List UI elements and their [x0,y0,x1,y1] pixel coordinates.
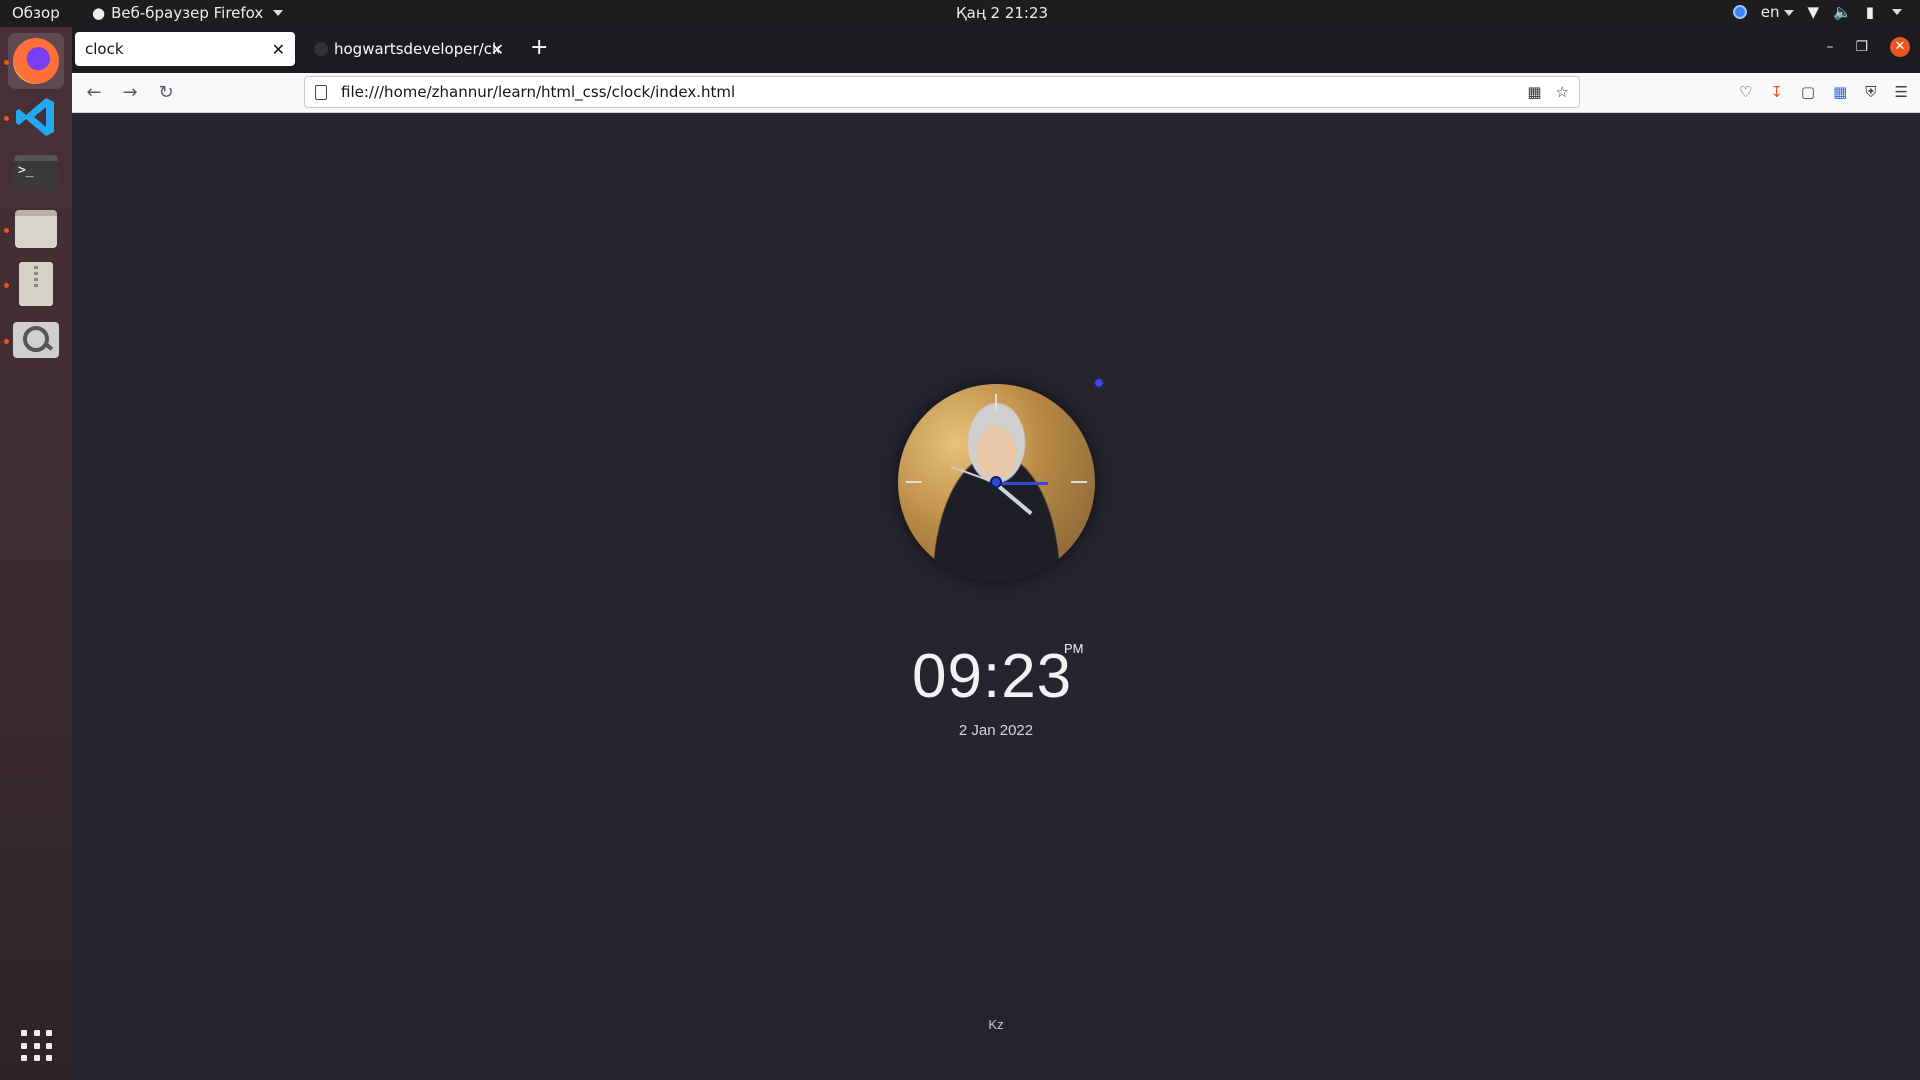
language-label: en [1760,3,1780,21]
clock-tick-9 [906,481,922,483]
dock: >_ [0,27,72,1080]
tab-clock[interactable]: clock ✕ [75,32,295,66]
status-indicator-icon[interactable] [1732,5,1747,19]
dock-image-viewer[interactable] [8,312,64,368]
sparkle-icon: ✸ [1093,376,1105,392]
footer-label: Kz [988,1017,1004,1032]
firefox-small-icon: ● [92,4,106,22]
running-indicator [4,228,9,233]
pocket-icon[interactable]: ♡ [1739,83,1752,101]
vscode-icon [16,98,54,136]
dock-terminal[interactable]: >_ [8,145,64,201]
files-icon [15,210,57,248]
clock-center [990,476,1002,488]
running-indicator [4,283,9,288]
close-tab-icon[interactable]: ✕ [491,40,504,59]
chevron-down-icon [1783,9,1794,16]
url-bar-actions: ▦ ☆ [1527,83,1569,101]
restore-icon[interactable]: ❐ [1855,39,1868,55]
system-clock[interactable]: Қаң 2 21:23 [956,4,1048,22]
menu-icon[interactable]: ☰ [1895,83,1908,101]
hour-hand [996,482,1048,485]
clock-tick-3 [1071,481,1087,483]
close-tab-icon[interactable]: ✕ [272,40,285,59]
dock-files[interactable] [8,201,64,257]
tab-github[interactable]: hogwartsdeveloper/clock ✕ [304,32,514,66]
running-indicator [4,339,9,344]
page-content: ✸ 09:23 PM 2 Jan 2022 Kz [72,113,1920,1080]
extension-icon[interactable]: ▢ [1801,83,1815,101]
dock-vscode[interactable] [8,89,64,145]
show-applications-icon[interactable] [21,1030,53,1062]
analog-clock [898,384,1095,581]
battery-icon[interactable]: ▮ [1866,3,1874,21]
running-indicator [4,116,9,121]
tab-title: clock [85,40,124,58]
shield-icon[interactable]: ⛨ [1865,83,1876,101]
minimize-icon[interactable]: – [1826,39,1833,55]
bookmark-star-icon[interactable]: ☆ [1556,83,1569,101]
forward-icon[interactable]: → [118,81,142,105]
toolbar-icons: ♡ ↧ ▢ ▦ ⛨ ☰ [1739,83,1908,101]
url-text: file:///home/zhannur/learn/html_css/cloc… [341,83,736,101]
chevron-down-icon [273,10,284,16]
digital-time: 09:23 [912,642,1073,711]
new-tab-button[interactable]: + [530,35,548,60]
page-icon [315,84,327,100]
image-viewer-icon [13,322,59,358]
system-tray: en ▼ 🔈 ▮ [1732,3,1902,21]
app-menu[interactable]: ● Веб-браузер Firefox [92,4,284,22]
url-bar[interactable]: file:///home/zhannur/learn/html_css/cloc… [304,76,1580,108]
dock-archive-manager[interactable] [8,256,64,312]
reload-icon[interactable]: ↻ [154,81,178,105]
ampm-indicator: PM [1064,641,1084,656]
app-menu-label: Веб-браузер Firefox [111,4,264,22]
language-selector[interactable]: en [1761,3,1794,21]
terminal-icon: >_ [14,155,58,191]
activities-button[interactable]: Обзор [12,4,60,22]
tab-title: hogwartsdeveloper/clock [334,40,499,58]
downloads-icon[interactable]: ↧ [1770,83,1783,101]
tab-bar: clock ✕ hogwartsdeveloper/clock ✕ + – ❐ … [72,27,1920,73]
navigation-toolbar: ← → ↻ file:///home/zhannur/learn/html_cs… [72,73,1920,113]
back-icon[interactable]: ← [82,81,106,105]
system-top-bar: Обзор ● Веб-браузер Firefox Қаң 2 21:23 … [0,0,1920,27]
firefox-icon [13,38,59,84]
minute-hand [994,482,1033,516]
volume-icon[interactable]: 🔈 [1833,3,1852,21]
date-label: 2 Jan 2022 [958,722,1034,739]
running-indicator [4,60,9,65]
translate-icon[interactable]: ▦ [1527,83,1541,101]
clock-tick-12 [995,394,997,410]
close-window-icon[interactable]: ✕ [1890,37,1910,57]
firefox-window: clock ✕ hogwartsdeveloper/clock ✕ + – ❐ … [72,27,1920,1080]
wifi-icon[interactable]: ▼ [1808,3,1820,21]
github-icon [314,42,328,56]
system-menu-chevron-icon[interactable] [1892,9,1902,15]
translate-extension-icon[interactable]: ▦ [1833,83,1847,101]
dock-firefox[interactable] [8,33,64,89]
archive-manager-icon [19,262,53,306]
window-controls: – ❐ ✕ [1826,37,1910,57]
